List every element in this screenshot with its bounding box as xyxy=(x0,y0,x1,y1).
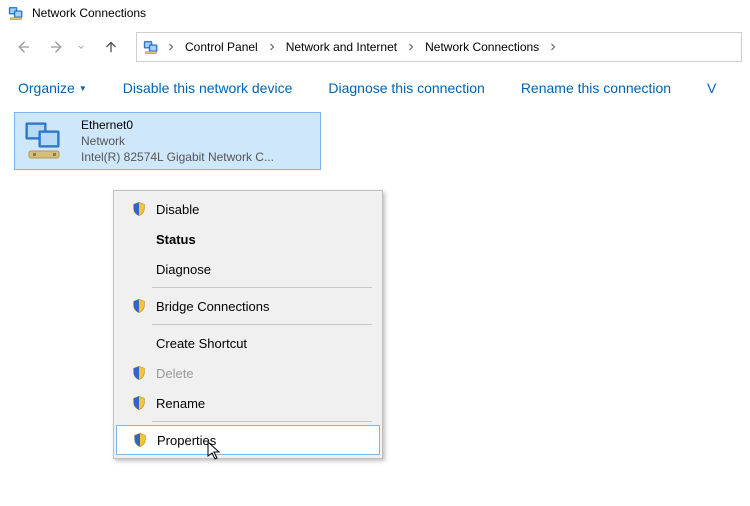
breadcrumb-control-panel[interactable]: Control Panel xyxy=(181,40,262,54)
back-button[interactable] xyxy=(14,38,32,56)
menu-properties-label: Properties xyxy=(157,433,216,448)
menu-bridge-connections[interactable]: Bridge Connections xyxy=(116,291,380,321)
toolbar-overflow-item[interactable]: V xyxy=(707,80,716,96)
adapter-icon xyxy=(21,117,73,165)
window-title: Network Connections xyxy=(32,6,146,20)
menu-separator xyxy=(152,287,372,288)
shield-icon xyxy=(132,432,148,448)
organize-button[interactable]: Organize ▼ xyxy=(18,80,87,96)
chevron-right-icon[interactable] xyxy=(266,41,278,53)
menu-shortcut-label: Create Shortcut xyxy=(156,336,247,351)
organize-label: Organize xyxy=(18,80,75,96)
menu-properties[interactable]: Properties xyxy=(116,425,380,455)
shield-icon xyxy=(131,298,147,314)
menu-delete: Delete xyxy=(116,358,380,388)
forward-button[interactable] xyxy=(48,38,66,56)
adapter-status: Network xyxy=(81,133,274,149)
shield-icon xyxy=(131,201,147,217)
address-bar[interactable]: Control Panel Network and Internet Netwo… xyxy=(136,32,742,62)
menu-separator xyxy=(152,421,372,422)
context-menu: Disable Status Diagnose Bridge Connectio… xyxy=(113,190,383,459)
menu-create-shortcut[interactable]: Create Shortcut xyxy=(116,328,380,358)
shield-icon xyxy=(131,365,147,381)
menu-disable[interactable]: Disable xyxy=(116,194,380,224)
network-connections-path-icon xyxy=(143,38,161,56)
recent-locations-dropdown[interactable] xyxy=(76,42,86,52)
network-connections-title-icon xyxy=(8,4,26,22)
chevron-right-icon[interactable] xyxy=(547,41,559,53)
adapter-device: Intel(R) 82574L Gigabit Network C... xyxy=(81,149,274,165)
toolbar: Organize ▼ Disable this network device D… xyxy=(0,70,750,108)
adapter-ethernet0[interactable]: Ethernet0 Network Intel(R) 82574L Gigabi… xyxy=(14,112,321,170)
menu-status[interactable]: Status xyxy=(116,224,380,254)
disable-device-button[interactable]: Disable this network device xyxy=(123,80,293,96)
titlebar: Network Connections xyxy=(0,0,750,28)
chevron-right-icon[interactable] xyxy=(405,41,417,53)
up-button[interactable] xyxy=(102,38,120,56)
adapter-name: Ethernet0 xyxy=(81,117,274,133)
menu-status-label: Status xyxy=(156,232,196,247)
menu-disable-label: Disable xyxy=(156,202,199,217)
adapter-text: Ethernet0 Network Intel(R) 82574L Gigabi… xyxy=(81,117,274,165)
dropdown-triangle-icon: ▼ xyxy=(79,84,87,93)
nav-row: Control Panel Network and Internet Netwo… xyxy=(0,28,750,70)
menu-bridge-label: Bridge Connections xyxy=(156,299,269,314)
rename-connection-button[interactable]: Rename this connection xyxy=(521,80,671,96)
breadcrumb-network-connections[interactable]: Network Connections xyxy=(421,40,543,54)
menu-rename[interactable]: Rename xyxy=(116,388,380,418)
nav-arrows xyxy=(14,38,120,56)
shield-icon xyxy=(131,395,147,411)
content-area[interactable]: Ethernet0 Network Intel(R) 82574L Gigabi… xyxy=(0,108,750,174)
chevron-right-icon[interactable] xyxy=(165,41,177,53)
menu-rename-label: Rename xyxy=(156,396,205,411)
menu-diagnose-label: Diagnose xyxy=(156,262,211,277)
breadcrumb-network-internet[interactable]: Network and Internet xyxy=(282,40,401,54)
menu-delete-label: Delete xyxy=(156,366,194,381)
diagnose-connection-button[interactable]: Diagnose this connection xyxy=(328,80,484,96)
menu-diagnose[interactable]: Diagnose xyxy=(116,254,380,284)
menu-separator xyxy=(152,324,372,325)
